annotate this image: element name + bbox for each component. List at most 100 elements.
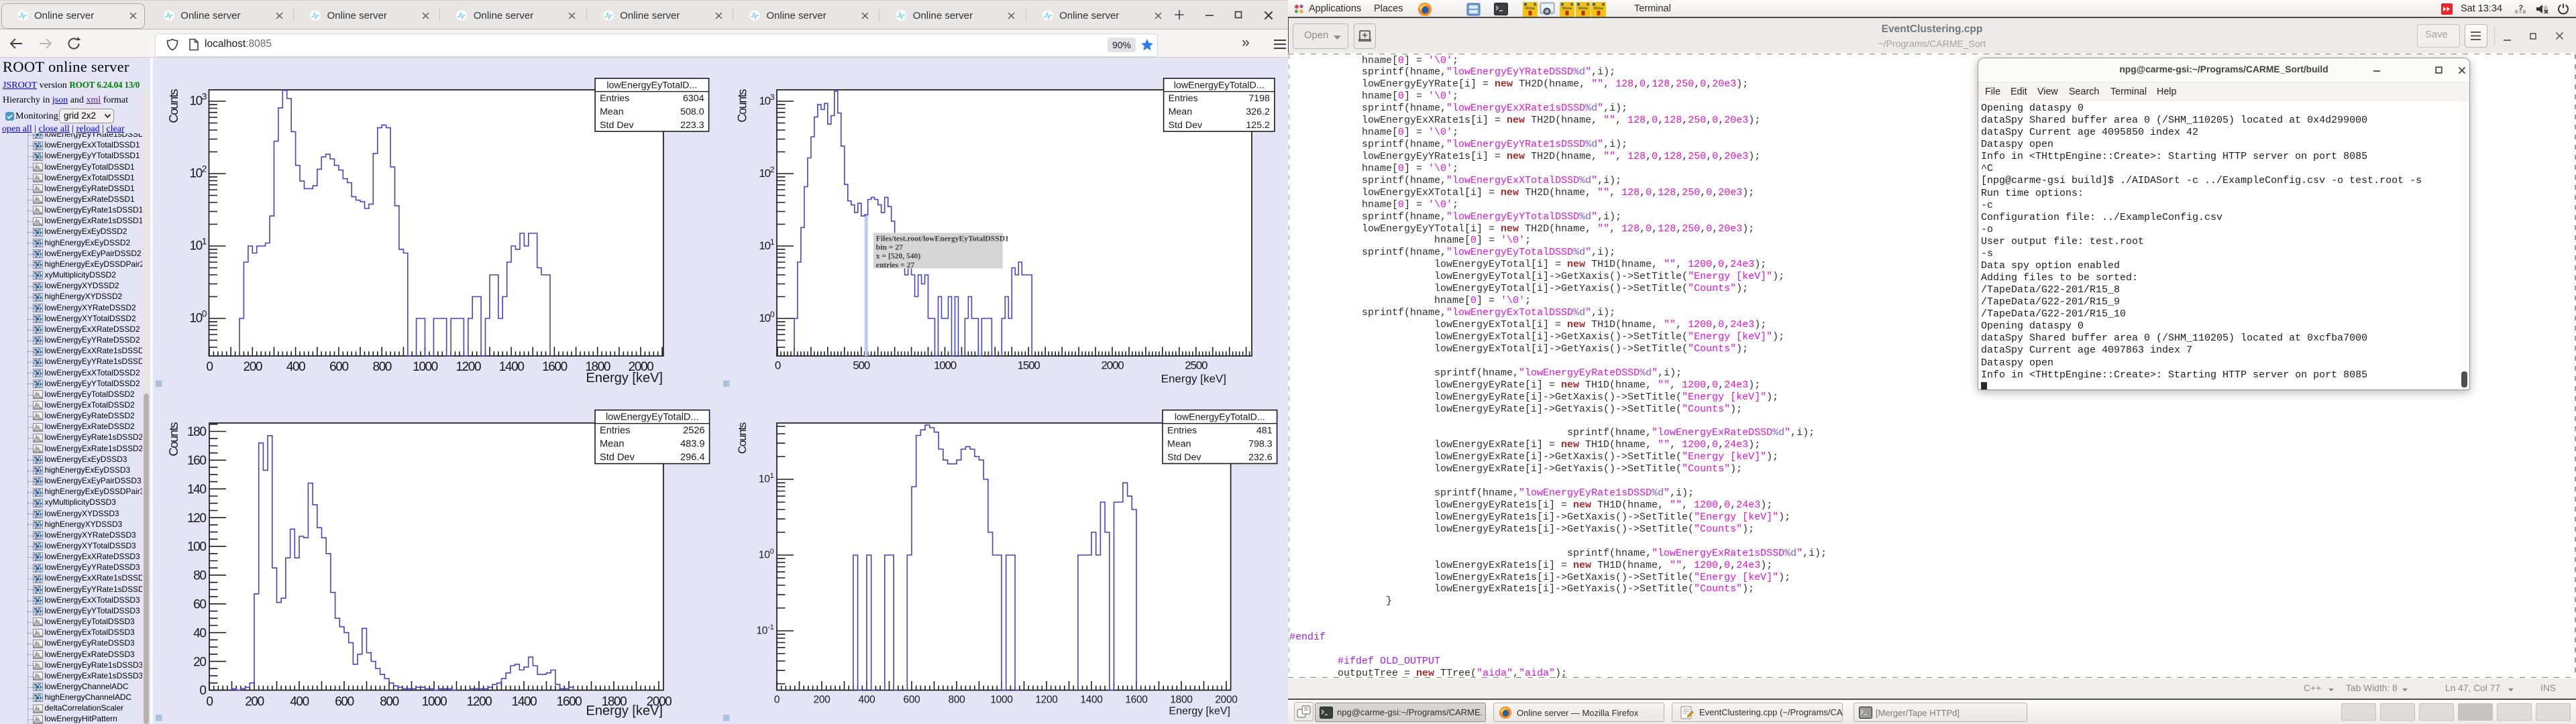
svg-text:1000: 1000 <box>990 695 1013 706</box>
svg-text:2500: 2500 <box>1185 359 1208 372</box>
svg-text:1200: 1200 <box>455 360 481 374</box>
svg-text:Std Dev: Std Dev <box>600 120 634 131</box>
svg-text:Mean: Mean <box>600 438 625 449</box>
svg-text:Mean: Mean <box>600 107 624 117</box>
svg-text:1400: 1400 <box>499 360 525 374</box>
svg-text:Energy [keV]: Energy [keV] <box>586 704 663 719</box>
svg-text:481: 481 <box>1256 425 1273 436</box>
svg-text:Std Dev: Std Dev <box>1167 452 1201 463</box>
svg-text:1000: 1000 <box>422 695 447 709</box>
svg-text:Energy [keV]: Energy [keV] <box>1161 373 1226 385</box>
svg-text:lowEnergyEyTotalD...: lowEnergyEyTotalD... <box>1175 412 1265 423</box>
svg-text:x = [520, 540): x = [520, 540) <box>876 252 921 261</box>
svg-text:200: 200 <box>814 695 831 706</box>
svg-text:80: 80 <box>193 569 206 583</box>
svg-text:223.3: 223.3 <box>680 120 704 131</box>
svg-text:Counts: Counts <box>166 422 180 457</box>
svg-text:600: 600 <box>335 695 354 709</box>
svg-text:0: 0 <box>206 695 213 709</box>
svg-text:entries = 27: entries = 27 <box>876 261 915 269</box>
svg-text:101: 101 <box>759 237 775 252</box>
svg-text:1600: 1600 <box>1125 695 1148 706</box>
svg-text:2000: 2000 <box>1215 695 1238 706</box>
svg-text:Entries: Entries <box>600 93 629 104</box>
svg-text:Entries: Entries <box>1167 425 1197 436</box>
svg-text:Energy [keV]: Energy [keV] <box>1169 706 1230 717</box>
svg-text:6304: 6304 <box>683 93 704 104</box>
svg-text:bin = 27: bin = 27 <box>876 243 903 252</box>
svg-text:400: 400 <box>859 695 876 706</box>
svg-text:Entries: Entries <box>600 426 630 436</box>
svg-text:Std Dev: Std Dev <box>600 452 635 463</box>
svg-text:100: 100 <box>759 548 774 561</box>
svg-text:140: 140 <box>187 483 206 497</box>
svg-text:1000: 1000 <box>934 359 957 372</box>
svg-text:1500: 1500 <box>1018 359 1040 372</box>
svg-text:0: 0 <box>774 695 780 706</box>
svg-text:1200: 1200 <box>467 695 492 709</box>
svg-text:400: 400 <box>290 695 309 709</box>
svg-text:180: 180 <box>187 425 206 439</box>
svg-text:508.0: 508.0 <box>680 107 704 117</box>
svg-text:101: 101 <box>189 237 206 253</box>
svg-text:800: 800 <box>372 360 391 374</box>
svg-text:800: 800 <box>380 695 398 709</box>
svg-text:400: 400 <box>286 360 305 374</box>
svg-text:1400: 1400 <box>1080 695 1103 706</box>
svg-text:0: 0 <box>206 360 213 374</box>
svg-text:1000: 1000 <box>413 360 438 374</box>
svg-text:lowEnergyEyTotalD...: lowEnergyEyTotalD... <box>606 412 699 423</box>
svg-text:2526: 2526 <box>683 426 704 436</box>
svg-text:Counts: Counts <box>735 89 749 123</box>
svg-text:Files/test.root/lowEnergyEyTot: Files/test.root/lowEnergyEyTotalDSSD1 <box>876 234 1009 243</box>
svg-text:40: 40 <box>193 626 206 640</box>
svg-text:102: 102 <box>759 165 775 180</box>
svg-text:0: 0 <box>775 359 781 372</box>
svg-text:600: 600 <box>329 360 348 374</box>
svg-text:Midas: Midas <box>1594 7 1605 11</box>
svg-text:296.4: 296.4 <box>680 452 705 463</box>
svg-text:100: 100 <box>187 540 206 554</box>
svg-text:Midas: Midas <box>1562 7 1573 11</box>
svg-text:lowEnergyEyTotalD...: lowEnergyEyTotalD... <box>606 80 697 90</box>
svg-text:103: 103 <box>759 93 775 107</box>
svg-text:Mean: Mean <box>1167 438 1191 449</box>
svg-text:10-1: 10-1 <box>756 623 773 637</box>
svg-text:20: 20 <box>193 655 206 669</box>
svg-text:100: 100 <box>759 310 775 324</box>
svg-text:Midas: Midas <box>1525 7 1536 11</box>
svg-text:Counts: Counts <box>166 89 180 123</box>
svg-text:600: 600 <box>904 695 921 706</box>
svg-text:1800: 1800 <box>1170 695 1193 706</box>
svg-text:160: 160 <box>187 454 206 468</box>
svg-text:100: 100 <box>189 309 207 326</box>
svg-text:7198: 7198 <box>1248 93 1270 104</box>
svg-text:?: ? <box>2519 4 2524 12</box>
svg-text:1600: 1600 <box>557 695 582 709</box>
svg-text:326.2: 326.2 <box>1246 107 1270 117</box>
svg-text:500: 500 <box>853 359 870 372</box>
svg-text:60: 60 <box>193 598 206 612</box>
svg-text:1600: 1600 <box>542 360 568 374</box>
svg-text:798.3: 798.3 <box>1248 438 1273 449</box>
svg-text:120: 120 <box>187 511 206 526</box>
svg-text:2000: 2000 <box>1101 359 1124 372</box>
svg-text:125.2: 125.2 <box>1246 120 1270 131</box>
svg-text:101: 101 <box>759 472 774 485</box>
svg-text:483.9: 483.9 <box>680 438 705 449</box>
svg-text:0: 0 <box>199 684 206 698</box>
svg-text:lowEnergyEyTotalD...: lowEnergyEyTotalD... <box>1174 80 1265 90</box>
svg-text:Counts: Counts <box>736 422 749 454</box>
svg-text:200: 200 <box>245 695 264 709</box>
svg-text:Energy [keV]: Energy [keV] <box>586 371 663 385</box>
svg-text:800: 800 <box>949 695 966 706</box>
svg-text:1400: 1400 <box>512 695 537 709</box>
svg-text:Std Dev: Std Dev <box>1169 120 1203 131</box>
svg-text:103: 103 <box>189 92 207 109</box>
svg-text:232.6: 232.6 <box>1248 452 1273 463</box>
svg-text:1200: 1200 <box>1035 695 1058 706</box>
svg-text:200: 200 <box>244 360 262 374</box>
svg-text:Mean: Mean <box>1169 107 1193 117</box>
svg-text:102: 102 <box>189 164 206 181</box>
svg-text:Entries: Entries <box>1169 93 1198 104</box>
